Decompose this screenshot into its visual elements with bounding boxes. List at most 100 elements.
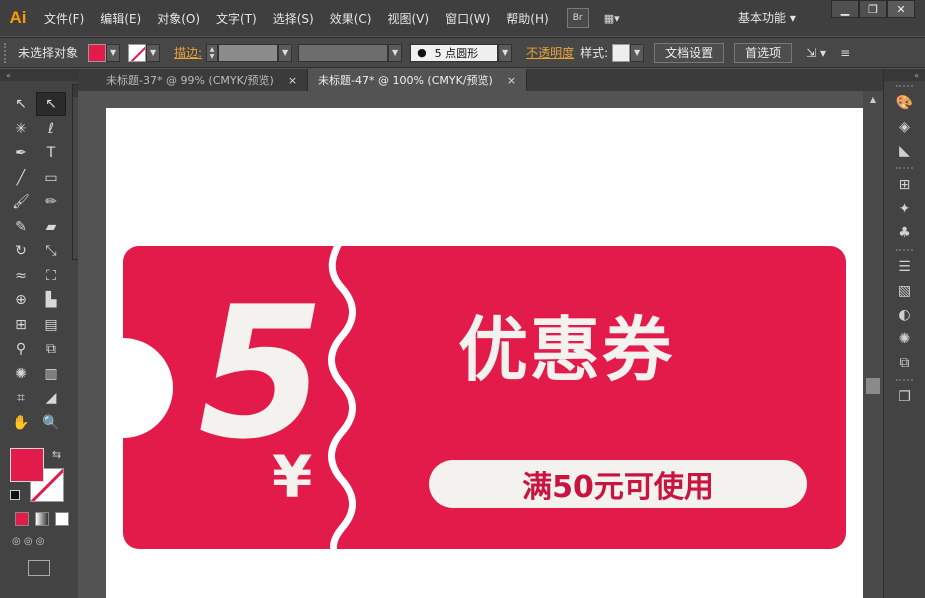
- stroke-dropdown-icon[interactable]: ▼: [146, 43, 161, 62]
- stroke-weight-dropdown-icon[interactable]: ▼: [278, 43, 293, 62]
- rotate-tool-icon[interactable]: ↻: [6, 239, 36, 263]
- pen-tool-icon[interactable]: ✒: [6, 141, 36, 165]
- free-transform-tool-icon[interactable]: ⛶: [36, 264, 66, 288]
- stroke-label[interactable]: 描边:: [174, 44, 202, 61]
- lasso-tool-icon[interactable]: ℓ: [36, 117, 66, 141]
- graphic-styles-panel-icon[interactable]: ⧉: [884, 351, 925, 375]
- menu-window[interactable]: 窗口(W): [437, 10, 498, 27]
- fill-color-swatch[interactable]: [10, 448, 44, 482]
- stroke-weight-field[interactable]: [218, 43, 279, 62]
- eyedropper-tool-icon[interactable]: ⚲: [6, 337, 36, 361]
- menu-type[interactable]: 文字(T): [208, 10, 265, 27]
- stroke-weight-spinner[interactable]: ▲ ▼: [206, 43, 219, 62]
- mesh-tool-icon[interactable]: ⊞: [6, 313, 36, 337]
- style-dropdown-icon[interactable]: ▼: [630, 43, 645, 62]
- dock-collapse-icon[interactable]: «: [884, 69, 925, 81]
- magic-wand-tool-icon[interactable]: ✳: [6, 117, 36, 141]
- opacity-label[interactable]: 不透明度: [526, 44, 574, 61]
- symbols-panel-icon[interactable]: ♣: [884, 221, 925, 245]
- rectangle-tool-icon[interactable]: ▭: [36, 166, 66, 190]
- perspective-grid-tool-icon[interactable]: ▙: [36, 288, 66, 312]
- scroll-up-icon[interactable]: ▲: [863, 91, 883, 107]
- zoom-tool-icon[interactable]: 🔍: [36, 411, 66, 435]
- slice-tool-icon[interactable]: ◢: [36, 386, 66, 410]
- tab-close-icon[interactable]: ×: [507, 74, 516, 87]
- document-setup-button[interactable]: 文档设置: [654, 42, 725, 63]
- scrollbar-thumb[interactable]: [866, 378, 880, 394]
- menu-edit[interactable]: 编辑(E): [92, 10, 149, 27]
- color-panel-icon[interactable]: 🎨: [884, 91, 925, 115]
- none-mode-icon[interactable]: [55, 512, 69, 526]
- symbol-sprayer-tool-icon[interactable]: ✺: [6, 362, 36, 386]
- menu-file[interactable]: 文件(F): [36, 10, 92, 27]
- tools-panel-collapse-icon[interactable]: «: [0, 69, 78, 81]
- menu-help[interactable]: 帮助(H): [498, 10, 556, 27]
- hand-tool-icon[interactable]: ✋: [6, 411, 36, 435]
- artboard[interactable]: 5 ¥ 优惠券 满50元可使用: [106, 108, 863, 598]
- column-graph-tool-icon[interactable]: ▥: [36, 362, 66, 386]
- artboard-tool-icon[interactable]: ⌗: [6, 386, 36, 410]
- isolate-object-icon[interactable]: ⇲ ▾: [806, 46, 826, 60]
- line-tool-icon[interactable]: ╱: [6, 166, 36, 190]
- arrange-documents-icon[interactable]: ▦▾: [597, 8, 627, 28]
- color-guide-panel-icon[interactable]: ◣: [884, 139, 925, 163]
- menu-select[interactable]: 选择(S): [265, 10, 322, 27]
- canvas[interactable]: 5 ¥ 优惠券 满50元可使用: [78, 91, 863, 598]
- coupon-condition-pill: 满50元可使用: [429, 460, 807, 508]
- workspace-label: 基本功能: [738, 11, 787, 25]
- blob-brush-tool-icon[interactable]: ✎: [6, 215, 36, 239]
- paintbrush-tool-icon[interactable]: 🖌: [6, 190, 36, 214]
- direct-selection-tool-icon[interactable]: ↖: [36, 92, 66, 117]
- brush-definition-field[interactable]: ● 5 点圆形: [410, 43, 499, 62]
- type-tool-icon[interactable]: T: [36, 141, 66, 165]
- stroke-swatch[interactable]: [128, 43, 147, 62]
- style-swatch[interactable]: [612, 43, 631, 62]
- tab-label: 未标题-37* @ 99% (CMYK/预览): [106, 74, 274, 87]
- brushes-panel-icon[interactable]: ✦: [884, 197, 925, 221]
- artboards-panel-icon[interactable]: ❐: [884, 385, 925, 409]
- tab-document-47[interactable]: 未标题-47* @ 100% (CMYK/预览) ×: [308, 69, 528, 91]
- bridge-button[interactable]: Br: [566, 8, 589, 28]
- default-colors-icon[interactable]: [10, 490, 20, 500]
- stroke-panel-icon[interactable]: ☰: [884, 255, 925, 279]
- selection-tool-icon[interactable]: ↖: [6, 92, 36, 116]
- variable-width-field[interactable]: [298, 43, 389, 62]
- fill-swatch[interactable]: [88, 43, 107, 62]
- variable-width-dropdown-icon[interactable]: ▼: [388, 43, 403, 62]
- fill-stroke-swatches: ⇆: [10, 448, 70, 506]
- scale-tool-icon[interactable]: ⤡: [36, 239, 66, 263]
- restore-button[interactable]: ❐: [859, 0, 887, 18]
- brush-dropdown-icon[interactable]: ▼: [498, 43, 513, 62]
- menu-view[interactable]: 视图(V): [379, 10, 437, 27]
- workspace-switcher[interactable]: 基本功能 ▾: [738, 9, 796, 26]
- swap-colors-icon[interactable]: ⇆: [52, 448, 61, 461]
- panel-menu-icon[interactable]: ≡: [840, 46, 850, 60]
- menu-effect[interactable]: 效果(C): [322, 10, 380, 27]
- eraser-tool-icon[interactable]: ▰: [36, 215, 66, 239]
- gradient-mode-icon[interactable]: [35, 512, 49, 526]
- tab-document-37[interactable]: 未标题-37* @ 99% (CMYK/预览) ×: [78, 69, 309, 91]
- vertical-scrollbar[interactable]: ▲: [863, 91, 883, 598]
- transparency-panel-icon[interactable]: ◐: [884, 303, 925, 327]
- screen-mode-icon[interactable]: [28, 560, 50, 576]
- coupon-title: 优惠券: [458, 309, 674, 391]
- blend-tool-icon[interactable]: ⧉: [36, 337, 66, 361]
- appearance-panel-icon[interactable]: ✺: [884, 327, 925, 351]
- brush-label: 5 点圆形: [434, 46, 479, 60]
- pencil-tool-icon[interactable]: ✏: [36, 190, 66, 214]
- preferences-button[interactable]: 首选项: [734, 42, 793, 63]
- panel-grip[interactable]: [4, 42, 12, 63]
- close-button[interactable]: ✕: [887, 0, 915, 18]
- tab-close-icon[interactable]: ×: [288, 74, 297, 87]
- layers-panel-icon[interactable]: ◈: [884, 115, 925, 139]
- gradient-tool-icon[interactable]: ▤: [36, 313, 66, 337]
- width-tool-icon[interactable]: ≈: [6, 264, 36, 288]
- gradient-panel-icon[interactable]: ▧: [884, 279, 925, 303]
- swatches-panel-icon[interactable]: ⊞: [884, 173, 925, 197]
- shape-builder-tool-icon[interactable]: ⊕: [6, 288, 36, 312]
- menu-object[interactable]: 对象(O): [149, 10, 208, 27]
- color-mode-icon[interactable]: [15, 512, 29, 526]
- minimize-button[interactable]: ▁: [831, 0, 859, 18]
- drawing-modes-icon[interactable]: ◎ ◎ ◎: [12, 536, 68, 550]
- fill-dropdown-icon[interactable]: ▼: [106, 43, 121, 62]
